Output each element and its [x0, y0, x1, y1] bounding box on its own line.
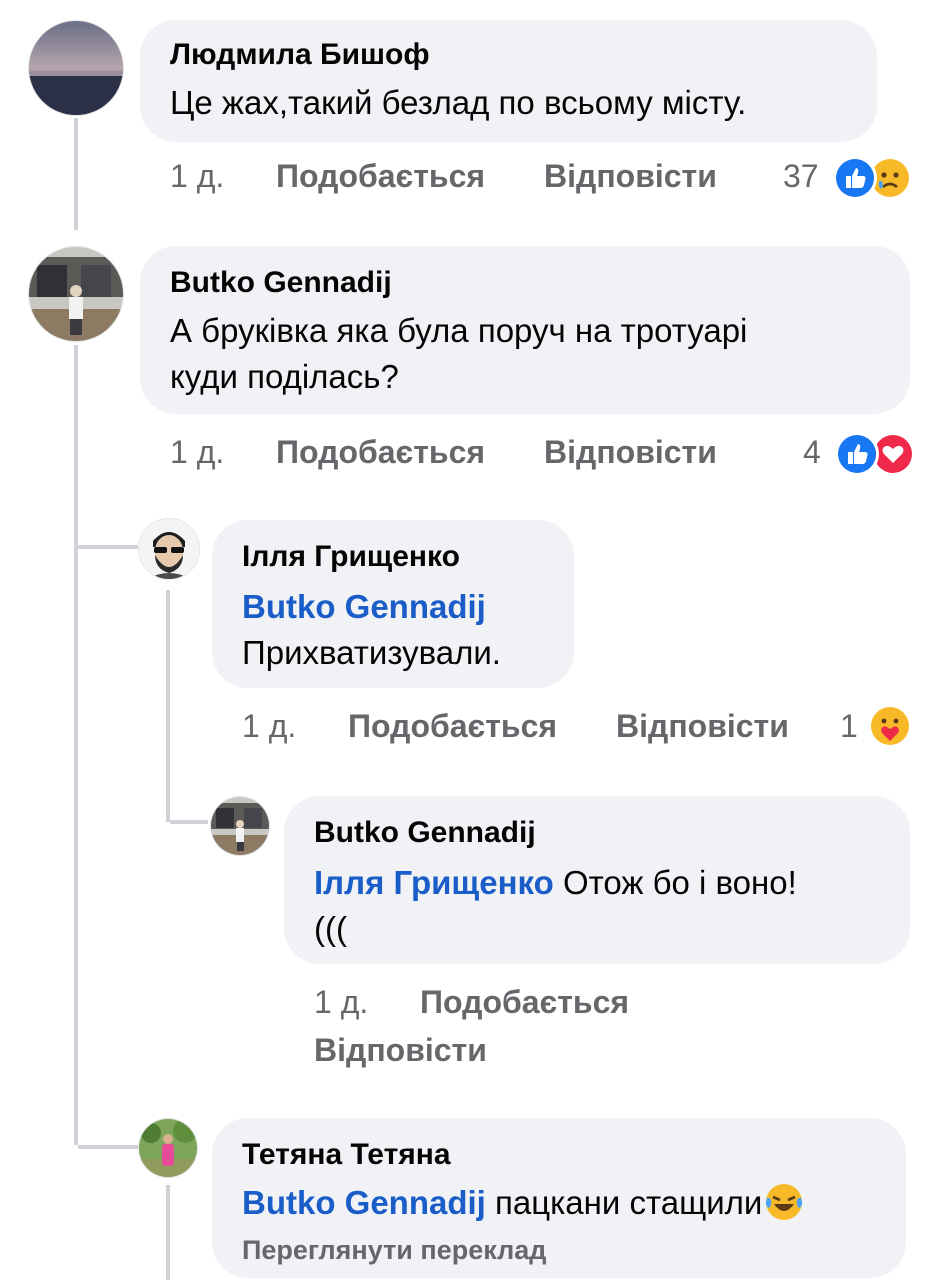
like-button[interactable]: Подобається [276, 158, 485, 195]
thread-branch-1 [78, 545, 138, 549]
avatar[interactable] [28, 246, 124, 342]
thread-branch-nested [170, 820, 208, 824]
care-icon [868, 704, 912, 748]
reaction-count[interactable]: 37 [783, 158, 819, 195]
avatar-photo-street [211, 797, 269, 855]
comment-text-line: ((( [314, 910, 347, 947]
comment-author[interactable]: Ілля Грищенко [242, 540, 460, 574]
reply-button[interactable]: Відповісти [544, 158, 717, 195]
mention-link[interactable]: Ілля Грищенко [314, 864, 554, 901]
comment-text: пацкани стащили [485, 1184, 763, 1221]
like-icon [835, 432, 879, 476]
like-button[interactable]: Подобається [276, 434, 485, 471]
avatar-illustration-bearded-man [139, 519, 199, 579]
avatar-photo-woman-garden [139, 1119, 197, 1177]
comment-time[interactable]: 1 д. [242, 708, 296, 745]
reply-button[interactable]: Відповісти [616, 708, 789, 745]
avatar[interactable] [138, 1118, 198, 1178]
reply-button[interactable]: Відповісти [314, 1032, 487, 1069]
comment-time[interactable]: 1 д. [314, 984, 368, 1021]
comment-author[interactable]: Людмила Бишоф [170, 38, 430, 72]
thread-line-replies [74, 345, 78, 1145]
thread-branch-2 [78, 1145, 138, 1149]
comment-text-line: Butko Gennadij пацкани стащили [242, 1180, 804, 1226]
reaction-count[interactable]: 1 [840, 708, 858, 745]
comment-author[interactable]: Butko Gennadij [170, 266, 392, 300]
comment-text-line: куди поділась? [170, 358, 399, 395]
reaction-count[interactable]: 4 [803, 434, 821, 471]
comment-text: Отож бо і воно! [553, 864, 797, 901]
see-translation-link[interactable]: Переглянути переклад [242, 1235, 546, 1266]
comment-text: Прихватизували. [242, 634, 501, 671]
mention-link[interactable]: Butko Gennadij [242, 1184, 486, 1221]
avatar[interactable] [138, 518, 200, 580]
reply-button[interactable]: Відповісти [544, 434, 717, 471]
avatar-photo-street [29, 247, 123, 341]
comment-text: Це жах,такий безлад по всьому місту. [170, 84, 747, 121]
avatar-photo-lake [29, 21, 123, 115]
mention-link[interactable]: Butko Gennadij [242, 584, 486, 630]
like-icon [833, 156, 877, 200]
thread-line-main [74, 118, 78, 230]
comment-author[interactable]: Тетяна Тетяна [242, 1138, 451, 1172]
comment-time[interactable]: 1 д. [170, 158, 224, 195]
like-button[interactable]: Подобається [348, 708, 557, 745]
avatar[interactable] [210, 796, 270, 856]
comment-time[interactable]: 1 д. [170, 434, 224, 471]
thread-line-nested [166, 590, 170, 822]
comment-text-line: А бруківка яка була поруч на тротуарі [170, 312, 748, 349]
comment-text-line: Ілля Грищенко Отож бо і воно! [314, 860, 797, 906]
avatar[interactable] [28, 20, 124, 116]
comment-author[interactable]: Butko Gennadij [314, 816, 536, 850]
like-button[interactable]: Подобається [420, 984, 629, 1021]
thread-line-tail [166, 1185, 170, 1280]
laughing-crying-icon [764, 1182, 804, 1222]
